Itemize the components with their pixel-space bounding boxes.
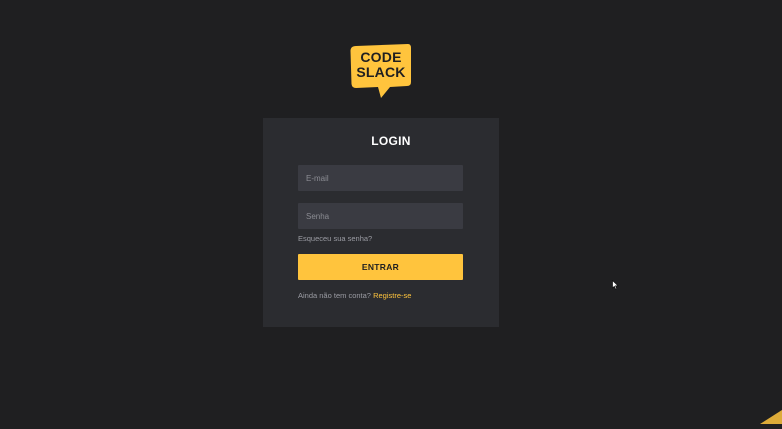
no-account-text: Ainda não tem conta? [298,291,371,300]
login-button[interactable]: ENTRAR [298,254,463,280]
email-field[interactable] [298,165,463,191]
forgot-password-link[interactable]: Esqueceu sua senha? [298,234,372,243]
logo-line-slack: SLACK [356,64,406,80]
logo-line-code: CODE [360,49,402,65]
login-title: LOGIN [371,134,411,148]
signup-prompt: Ainda não tem conta? Registre-se [298,291,411,300]
signup-link[interactable]: Registre-se [373,291,411,300]
login-page: CODE SLACK LOGIN Esqueceu sua senha? ENT… [0,0,782,429]
mouse-pointer-icon [612,277,619,295]
codeslack-logo: CODE SLACK [350,44,412,100]
password-field[interactable] [298,203,463,229]
corner-accent-shape [756,408,782,429]
logo-text: CODE SLACK [350,50,412,80]
